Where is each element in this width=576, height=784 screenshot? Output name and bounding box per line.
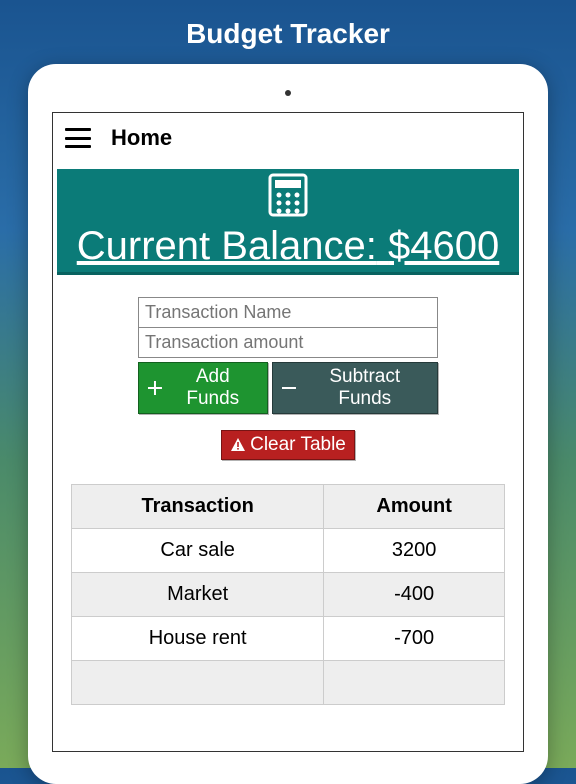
cell-amount: -400 (324, 573, 505, 617)
screen: Home Current Balance: $4600 Add Funds (52, 112, 524, 752)
cell-transaction: House rent (72, 617, 324, 661)
cell-transaction: Car sale (72, 529, 324, 573)
balance-label: Current Balance: (77, 224, 377, 268)
balance-value: $4600 (388, 224, 499, 268)
table-row (72, 661, 505, 705)
transaction-name-input[interactable] (138, 297, 438, 328)
transaction-form: Add Funds Subtract Funds Clear Table (138, 297, 438, 460)
cell-transaction (72, 661, 324, 705)
menu-icon[interactable] (65, 128, 91, 148)
calculator-icon (268, 173, 308, 217)
page-title: Budget Tracker (0, 0, 576, 64)
minus-icon (281, 380, 297, 396)
clear-table-button[interactable]: Clear Table (221, 430, 355, 460)
plus-icon (147, 380, 163, 396)
clear-table-label: Clear Table (250, 434, 346, 456)
add-funds-label: Add Funds (167, 366, 259, 410)
table-row: Market -400 (72, 573, 505, 617)
table-row: Car sale 3200 (72, 529, 505, 573)
tablet-frame: Home Current Balance: $4600 Add Funds (28, 64, 548, 784)
table-row: House rent -700 (72, 617, 505, 661)
add-funds-button[interactable]: Add Funds (138, 362, 268, 414)
tablet-camera (285, 90, 291, 96)
subtract-funds-button[interactable]: Subtract Funds (272, 362, 438, 414)
warning-icon (230, 437, 246, 453)
topbar: Home (53, 113, 523, 163)
cell-amount: -700 (324, 617, 505, 661)
balance-banner: Current Balance: $4600 (57, 169, 519, 275)
col-header-amount: Amount (324, 485, 505, 529)
subtract-funds-label: Subtract Funds (301, 366, 429, 410)
cell-amount (324, 661, 505, 705)
transactions-table: Transaction Amount Car sale 3200 Market … (71, 484, 505, 705)
col-header-transaction: Transaction (72, 485, 324, 529)
transaction-amount-input[interactable] (138, 328, 438, 358)
screen-title: Home (111, 125, 172, 151)
cell-transaction: Market (72, 573, 324, 617)
cell-amount: 3200 (324, 529, 505, 573)
